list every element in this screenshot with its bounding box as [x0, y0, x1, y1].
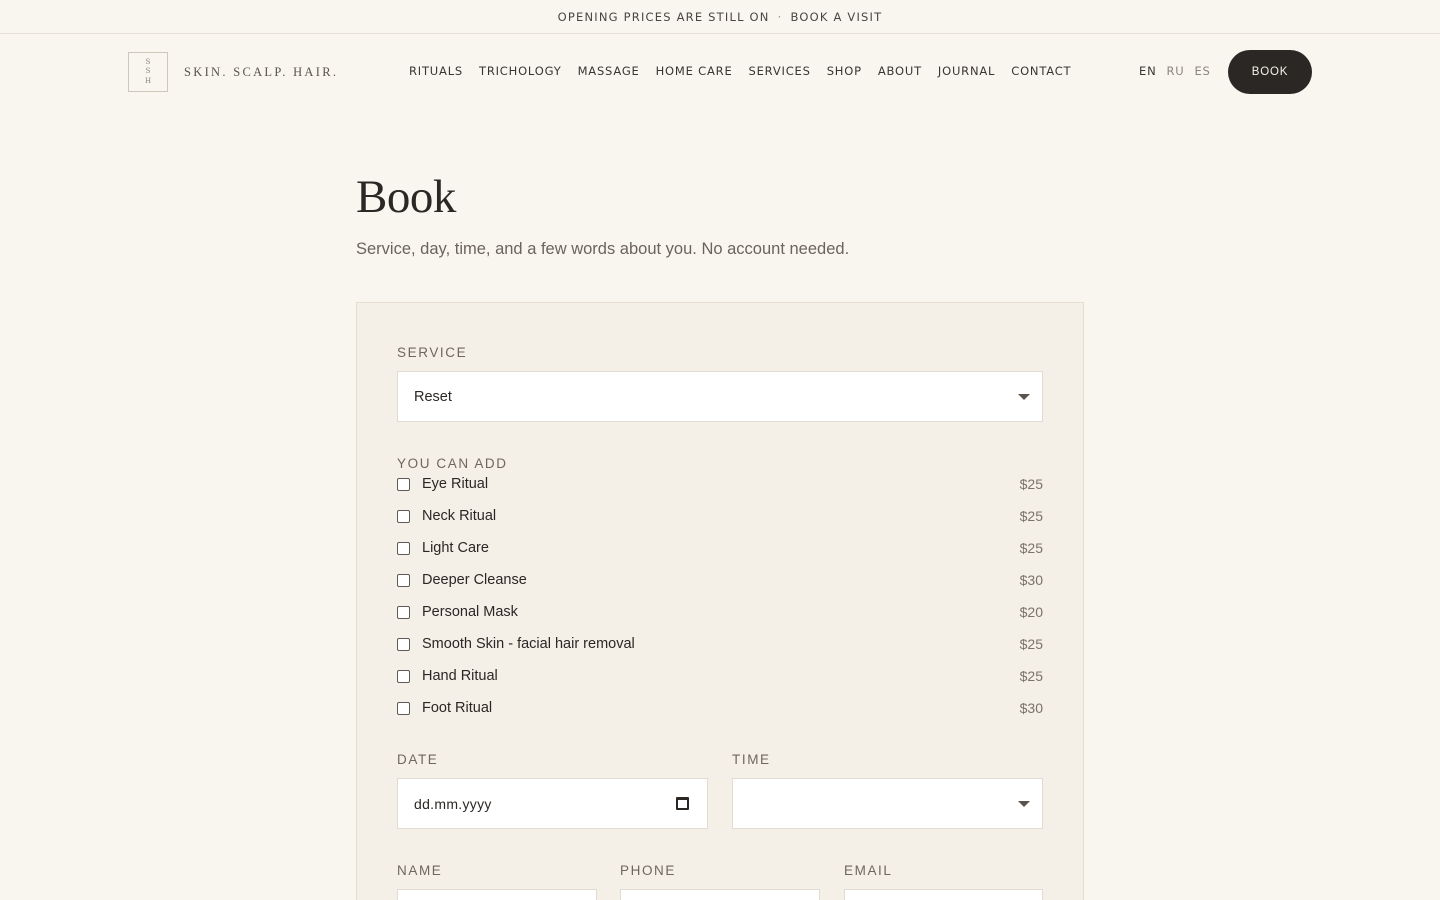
addon-name: Hand Ritual	[422, 668, 498, 684]
addon-checkbox[interactable]	[397, 605, 410, 619]
addon-name: Personal Mask	[422, 604, 518, 620]
addon-checkbox[interactable]	[397, 669, 410, 683]
announcement-text: OPENING PRICES ARE STILL ON	[557, 9, 770, 24]
name-label: NAME	[397, 863, 443, 878]
page-title: Book	[356, 171, 456, 223]
nav-item-journal[interactable]: JOURNAL	[938, 64, 995, 78]
language-switcher: EN RU ES	[1139, 64, 1211, 78]
addon-row[interactable]: Neck Ritual $25	[397, 506, 1043, 526]
addon-row[interactable]: Deeper Cleanse $30	[397, 570, 1043, 590]
addon-price: $30	[1019, 572, 1043, 588]
site-header: S S H SKIN. SCALP. HAIR. RITUALS TRICHOL…	[0, 34, 1440, 110]
service-label: SERVICE	[397, 345, 468, 360]
chevron-down-icon	[1018, 800, 1030, 807]
addon-checkbox[interactable]	[397, 509, 410, 523]
addon-name: Neck Ritual	[422, 508, 497, 524]
calendar-icon[interactable]	[676, 796, 689, 810]
phone-label: PHONE	[620, 863, 677, 878]
phone-input[interactable]	[620, 889, 820, 900]
lang-ru[interactable]: RU	[1166, 64, 1184, 78]
name-input[interactable]	[397, 889, 597, 900]
announcement-separator: ·	[777, 9, 783, 24]
nav-item-trichology[interactable]: TRICHOLOGY	[479, 64, 562, 78]
brand-name[interactable]: SKIN. SCALP. HAIR.	[184, 65, 338, 80]
email-input[interactable]	[844, 889, 1043, 900]
chevron-down-icon	[1018, 393, 1030, 400]
addon-checkbox[interactable]	[397, 637, 410, 651]
service-select-value: Reset	[414, 388, 452, 405]
lang-es[interactable]: ES	[1194, 64, 1210, 78]
logo-mark[interactable]: S S H	[128, 52, 168, 92]
addon-price: $25	[1019, 508, 1043, 524]
addon-price: $25	[1019, 540, 1043, 556]
addon-price: $25	[1019, 668, 1043, 684]
addon-checkbox[interactable]	[397, 541, 410, 555]
lang-en[interactable]: EN	[1139, 64, 1156, 78]
addon-row[interactable]: Personal Mask $20	[397, 602, 1043, 622]
main-nav: RITUALS TRICHOLOGY MASSAGE HOME CARE SER…	[409, 64, 1071, 78]
addon-row[interactable]: Eye Ritual $25	[397, 474, 1043, 494]
addon-name: Foot Ritual	[422, 700, 493, 716]
logo-mark-letter: S	[145, 57, 151, 66]
addon-name: Light Care	[422, 540, 489, 556]
addon-price: $25	[1019, 476, 1043, 492]
nav-item-services[interactable]: SERVICES	[749, 64, 811, 78]
announcement-bar: OPENING PRICES ARE STILL ON · BOOK A VIS…	[0, 0, 1440, 34]
announcement-book-link[interactable]: BOOK A VISIT	[790, 10, 882, 24]
time-select[interactable]	[732, 778, 1043, 829]
nav-item-shop[interactable]: SHOP	[827, 64, 862, 78]
nav-item-contact[interactable]: CONTACT	[1011, 64, 1071, 78]
time-label: TIME	[732, 752, 771, 767]
nav-item-about[interactable]: ABOUT	[878, 64, 922, 78]
addon-price: $20	[1019, 604, 1043, 620]
addon-checkbox[interactable]	[397, 573, 410, 587]
page-subtitle: Service, day, time, and a few words abou…	[356, 240, 850, 258]
addon-name: Smooth Skin - facial hair removal	[422, 636, 635, 652]
addon-name: Deeper Cleanse	[422, 572, 527, 588]
service-select[interactable]: Reset	[397, 371, 1043, 422]
date-placeholder: dd.mm.yyyy	[414, 795, 492, 812]
addon-checkbox[interactable]	[397, 701, 410, 715]
nav-item-massage[interactable]: MASSAGE	[578, 64, 640, 78]
addons-label: YOU CAN ADD	[397, 456, 508, 471]
date-label: DATE	[397, 752, 439, 767]
addon-name: Eye Ritual	[422, 476, 489, 492]
addon-row[interactable]: Foot Ritual $30	[397, 698, 1043, 718]
logo-mark-letter: S	[145, 67, 151, 76]
addon-price: $25	[1019, 636, 1043, 652]
addon-row[interactable]: Hand Ritual $25	[397, 666, 1043, 686]
nav-item-rituals[interactable]: RITUALS	[409, 64, 463, 78]
date-input[interactable]: dd.mm.yyyy	[397, 778, 708, 829]
addon-row[interactable]: Smooth Skin - facial hair removal $25	[397, 634, 1043, 654]
logo-mark-letter: H	[144, 76, 152, 85]
addon-price: $30	[1019, 700, 1043, 716]
book-button[interactable]: BOOK	[1228, 50, 1312, 94]
booking-form: SERVICE Reset YOU CAN ADD Eye Ritual $25…	[356, 302, 1084, 900]
nav-item-home-care[interactable]: HOME CARE	[656, 64, 733, 78]
email-label: EMAIL	[844, 863, 893, 878]
addon-row[interactable]: Light Care $25	[397, 538, 1043, 558]
addon-checkbox[interactable]	[397, 477, 410, 491]
